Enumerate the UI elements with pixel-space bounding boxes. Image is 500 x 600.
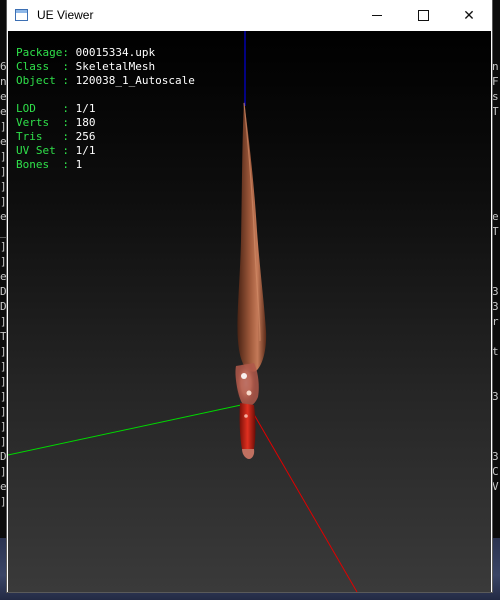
info-lod: LOD : 1/1 xyxy=(16,102,96,115)
app-window-icon xyxy=(15,9,28,21)
info-object: Object : 120038_1_Autoscale xyxy=(16,74,195,87)
minimize-icon xyxy=(372,15,382,16)
console-char: T xyxy=(492,225,499,238)
console-char xyxy=(492,330,500,345)
console-char xyxy=(492,195,500,210)
console-char: n xyxy=(492,60,499,73)
console-char: F xyxy=(492,75,499,88)
console-char: r xyxy=(492,315,499,328)
console-char xyxy=(492,165,500,180)
console-char xyxy=(492,360,500,375)
console-char xyxy=(492,495,500,510)
knife-blade xyxy=(237,101,267,372)
console-char xyxy=(492,375,500,390)
info-package: Package: 00015334.upk xyxy=(16,46,156,59)
info-verts: Verts : 180 xyxy=(16,116,96,129)
ue-viewer-window: UE Viewer ✕ Package: 00015334.upk Class … xyxy=(7,0,492,592)
title-bar[interactable]: UE Viewer ✕ xyxy=(7,0,492,31)
maximize-button[interactable] xyxy=(400,0,446,31)
minimize-button[interactable] xyxy=(354,0,400,31)
console-char xyxy=(492,180,500,195)
info-uvset: UV Set : 1/1 xyxy=(16,144,96,157)
console-char: 3 xyxy=(492,300,499,313)
console-char xyxy=(492,135,500,150)
console-char: 3 xyxy=(492,390,499,403)
console-char: C xyxy=(492,465,499,478)
console-char xyxy=(492,420,500,435)
y-axis-line xyxy=(8,404,242,456)
3d-viewport[interactable]: Package: 00015334.upk Class : SkeletalMe… xyxy=(8,31,491,592)
close-icon: ✕ xyxy=(463,7,475,24)
console-char xyxy=(492,255,500,270)
window-title: UE Viewer xyxy=(37,8,94,22)
info-class: Class : SkeletalMesh xyxy=(16,60,156,73)
console-char: 3 xyxy=(492,450,499,463)
knife-handle xyxy=(239,403,256,455)
specular-spot-2 xyxy=(246,390,252,396)
console-char xyxy=(492,270,500,285)
knife-guard xyxy=(235,363,259,407)
info-tris: Tris : 256 xyxy=(16,130,96,143)
console-char xyxy=(492,240,500,255)
console-char: e xyxy=(492,210,499,223)
info-bones: Bones : 1 xyxy=(16,158,83,171)
console-char xyxy=(492,405,500,420)
console-char: t xyxy=(492,345,499,358)
x-axis-line xyxy=(251,410,358,592)
specular-spot-1 xyxy=(241,373,247,379)
mesh-info-panel: Package: 00015334.upk Class : SkeletalMe… xyxy=(16,46,195,172)
console-right-edge: nFsTeT33rt33CV xyxy=(492,60,500,510)
console-char xyxy=(492,120,500,135)
console-char xyxy=(492,150,500,165)
mesh-knife xyxy=(235,101,267,459)
console-char xyxy=(492,435,500,450)
console-char: 3 xyxy=(492,285,499,298)
console-char: T xyxy=(492,105,499,118)
maximize-icon xyxy=(417,10,429,21)
console-char: V xyxy=(492,480,499,493)
console-char: s xyxy=(492,90,499,103)
knife-pommel xyxy=(242,449,255,459)
close-button[interactable]: ✕ xyxy=(446,0,492,31)
specular-spot-3 xyxy=(244,414,248,418)
